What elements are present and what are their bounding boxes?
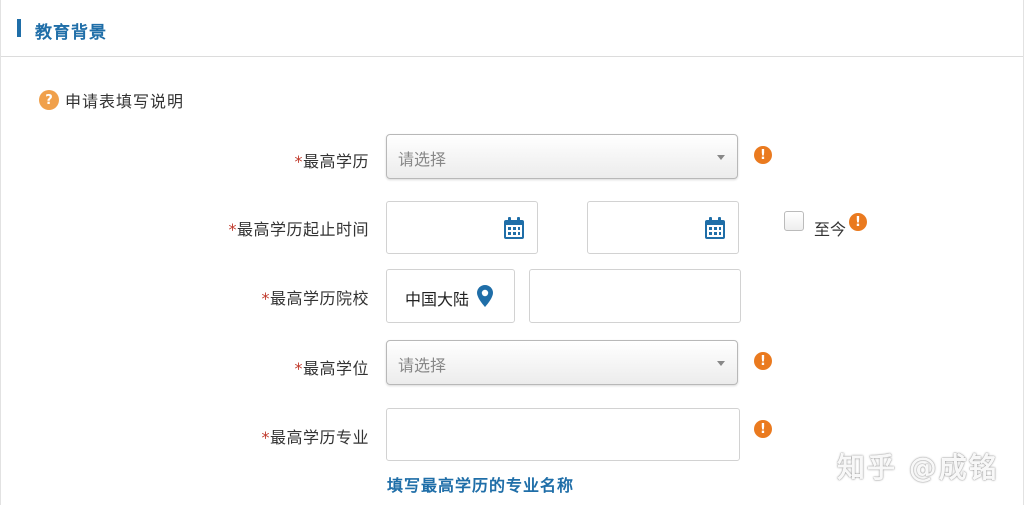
warning-icon[interactable]: ! bbox=[754, 420, 772, 438]
major-hint: 填写最高学历的专业名称 bbox=[387, 476, 575, 495]
select-placeholder: 请选择 bbox=[398, 356, 447, 375]
until-now-label: 至今 bbox=[814, 220, 847, 239]
education-period-label: *最高学历起止时间 bbox=[69, 216, 369, 240]
calendar-icon[interactable] bbox=[704, 216, 726, 240]
start-date-input[interactable] bbox=[386, 201, 538, 254]
major-input[interactable] bbox=[386, 408, 740, 461]
required-mark: * bbox=[261, 289, 270, 308]
section-title: 教育背景 bbox=[35, 23, 107, 43]
major-label: *最高学历专业 bbox=[69, 424, 369, 448]
school-name-input[interactable] bbox=[529, 269, 741, 323]
highest-education-select[interactable]: 请选择 bbox=[386, 134, 738, 179]
until-now-checkbox[interactable] bbox=[784, 211, 804, 231]
header-accent-bar bbox=[17, 19, 21, 37]
major-label-text: 最高学历专业 bbox=[269, 428, 369, 447]
degree-select[interactable]: 请选择 bbox=[386, 340, 738, 385]
highest-education-label: *最高学历 bbox=[69, 148, 369, 172]
region-selector[interactable]: 中国大陆 bbox=[386, 269, 515, 323]
warning-icon[interactable]: ! bbox=[754, 146, 772, 164]
end-date-input[interactable] bbox=[587, 201, 739, 254]
degree-label-text: 最高学位 bbox=[302, 359, 369, 378]
required-mark: * bbox=[228, 220, 237, 239]
warning-icon[interactable]: ! bbox=[849, 213, 867, 231]
required-mark: * bbox=[294, 359, 303, 378]
help-link-text: 申请表填写说明 bbox=[65, 92, 185, 111]
school-label-text: 最高学历院校 bbox=[269, 289, 369, 308]
panel-header: 教育背景 bbox=[1, 0, 1023, 57]
highest-education-label-text: 最高学历 bbox=[302, 152, 369, 171]
warning-icon[interactable]: ! bbox=[754, 352, 772, 370]
education-panel: 教育背景 ? 申请表填写说明 *最高学历 请选择 ! *最高学历起止时间 至今 … bbox=[0, 0, 1024, 505]
education-period-label-text: 最高学历起止时间 bbox=[236, 220, 369, 239]
school-label: *最高学历院校 bbox=[69, 285, 369, 309]
select-placeholder: 请选择 bbox=[398, 150, 447, 169]
region-text: 中国大陆 bbox=[405, 290, 470, 309]
help-link[interactable]: ? 申请表填写说明 bbox=[39, 88, 184, 112]
chevron-down-icon bbox=[717, 155, 725, 160]
question-icon: ? bbox=[39, 90, 59, 110]
chevron-down-icon bbox=[717, 361, 725, 366]
watermark: 知乎 @成铭 bbox=[837, 451, 999, 484]
calendar-icon[interactable] bbox=[503, 216, 525, 240]
degree-label: *最高学位 bbox=[69, 355, 369, 379]
required-mark: * bbox=[294, 152, 303, 171]
location-pin-icon bbox=[477, 285, 493, 307]
required-mark: * bbox=[261, 428, 270, 447]
